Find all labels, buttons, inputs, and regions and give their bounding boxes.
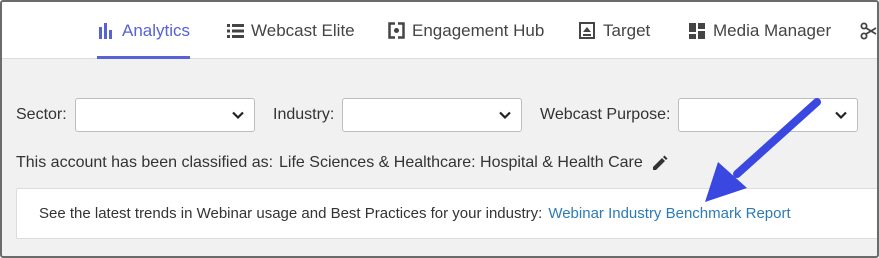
bar-chart-icon bbox=[97, 22, 115, 40]
pencil-icon[interactable] bbox=[651, 154, 669, 172]
tab-analytics[interactable]: Analytics bbox=[97, 2, 191, 59]
hub-icon bbox=[387, 22, 405, 40]
chevron-down-icon bbox=[835, 111, 847, 120]
sector-select[interactable] bbox=[75, 98, 255, 132]
webcast-purpose-label: Webcast Purpose: bbox=[540, 106, 671, 123]
top-navigation: Analytics Webcast Elite Engagement Hub T… bbox=[2, 2, 877, 59]
benchmark-report-link[interactable]: Webinar Industry Benchmark Report bbox=[548, 205, 790, 222]
tab-overflow[interactable] bbox=[860, 2, 877, 59]
industry-label: Industry: bbox=[273, 106, 335, 123]
share-icon bbox=[860, 22, 877, 40]
banner-text: See the latest trends in Webinar usage a… bbox=[39, 205, 543, 222]
grid-icon bbox=[688, 22, 706, 40]
benchmark-banner: See the latest trends in Webinar usage a… bbox=[16, 188, 877, 239]
tab-target[interactable]: Target bbox=[578, 2, 650, 59]
chevron-down-icon bbox=[232, 111, 244, 120]
classification-value: Life Sciences & Healthcare: Hospital & H… bbox=[279, 154, 643, 171]
active-tab-indicator bbox=[97, 56, 191, 59]
list-icon bbox=[226, 22, 244, 40]
classification-prefix: This account has been classified as: bbox=[16, 154, 274, 171]
tab-target-label: Target bbox=[603, 20, 651, 40]
tab-engagement-hub[interactable]: Engagement Hub bbox=[387, 2, 544, 59]
tab-engagement-hub-label: Engagement Hub bbox=[412, 20, 545, 40]
target-icon bbox=[578, 22, 596, 40]
tab-webcast-elite[interactable]: Webcast Elite bbox=[226, 2, 355, 59]
tab-analytics-label: Analytics bbox=[122, 20, 191, 40]
tab-media-manager-label: Media Manager bbox=[713, 20, 832, 40]
account-classification: This account has been classified as: Lif… bbox=[16, 152, 669, 174]
industry-select[interactable] bbox=[342, 98, 522, 132]
sector-label: Sector: bbox=[16, 106, 67, 123]
tab-media-manager[interactable]: Media Manager bbox=[688, 2, 831, 59]
filter-row: Sector: Industry: Webcast Purpose: bbox=[16, 98, 876, 132]
tab-webcast-elite-label: Webcast Elite bbox=[251, 20, 355, 40]
app-frame: Analytics Webcast Elite Engagement Hub T… bbox=[0, 0, 879, 258]
chevron-down-icon bbox=[499, 111, 511, 120]
webcast-purpose-select[interactable] bbox=[678, 98, 858, 132]
